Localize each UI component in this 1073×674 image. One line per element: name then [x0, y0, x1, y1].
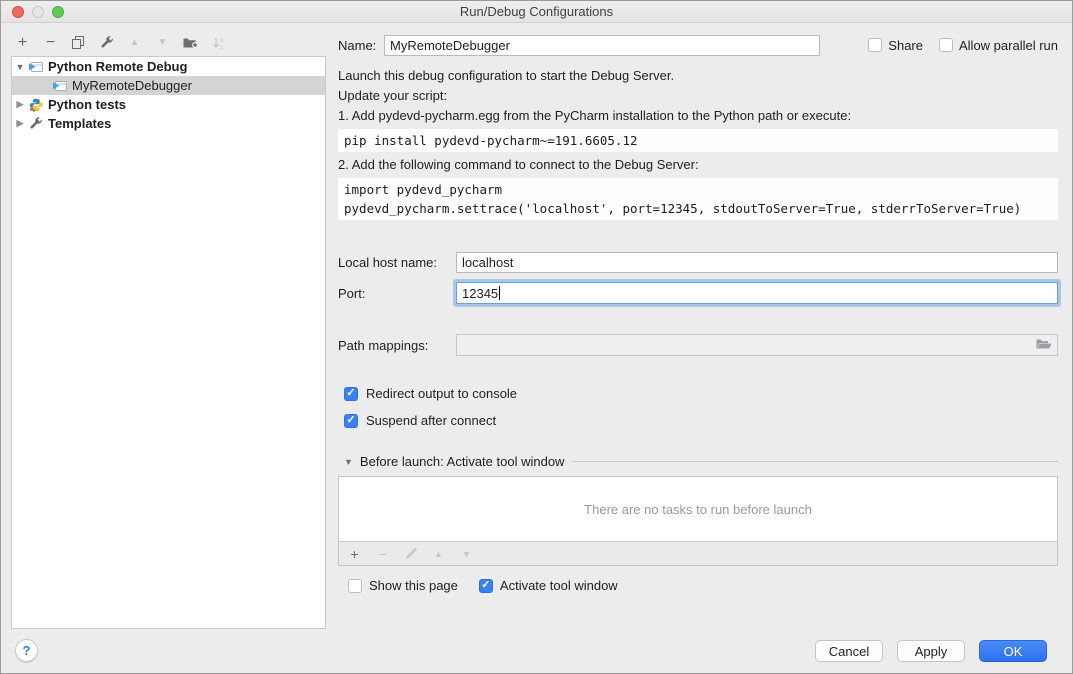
tree-item-label: Templates — [48, 116, 111, 131]
chevron-right-icon[interactable]: ▶ — [12, 99, 28, 110]
edit-task-icon — [403, 546, 418, 562]
chevron-down-icon[interactable]: ▼ — [12, 62, 28, 72]
configuration-editor: Name: Share Allow parallel run Launch th… — [338, 29, 1058, 593]
redirect-output-row: ✓ Redirect output to console — [344, 386, 1058, 401]
tree-item-myremotedebugger[interactable]: MyRemoteDebugger — [12, 76, 325, 95]
task-list[interactable]: There are no tasks to run before launch — [339, 477, 1057, 541]
port-value: 12345 — [462, 286, 498, 301]
sort-alpha-icon: az — [211, 35, 226, 51]
allow-parallel-run-checkbox[interactable] — [939, 38, 953, 52]
header-rule — [572, 461, 1058, 462]
copy-configuration-icon[interactable] — [71, 35, 86, 51]
footer-buttons: Cancel Apply OK — [815, 640, 1047, 662]
path-mappings-input[interactable] — [456, 334, 1058, 356]
titlebar: Run/Debug Configurations — [1, 1, 1072, 23]
python-icon — [28, 98, 44, 112]
run-config-icon — [52, 79, 68, 93]
show-this-page-checkbox[interactable] — [348, 579, 362, 593]
name-input[interactable] — [384, 35, 820, 56]
local-host-label: Local host name: — [338, 255, 456, 270]
before-launch-title: Before launch: Activate tool window — [360, 454, 565, 469]
run-config-icon — [28, 60, 44, 74]
activate-tool-window-label: Activate tool window — [500, 578, 618, 593]
text-cursor — [499, 286, 500, 300]
tree-item-label: Python Remote Debug — [48, 59, 187, 74]
top-checkboxes: Share Allow parallel run — [868, 38, 1058, 53]
move-task-up-icon: ▲ — [431, 546, 446, 562]
tree-item-python-tests[interactable]: ▶ Python tests — [12, 95, 325, 114]
new-folder-icon[interactable] — [183, 35, 198, 51]
show-this-page-label: Show this page — [369, 578, 458, 593]
bottom-options-row: Show this page ✓ Activate tool window — [348, 578, 1058, 593]
move-down-icon: ▼ — [155, 35, 170, 51]
share-label: Share — [888, 38, 923, 53]
move-task-down-icon: ▼ — [459, 546, 474, 562]
ok-button[interactable]: OK — [979, 640, 1047, 662]
add-task-icon[interactable]: + — [347, 546, 362, 562]
open-folder-icon[interactable] — [1036, 338, 1052, 353]
tree-item-templates[interactable]: ▶ Templates — [12, 114, 325, 133]
chevron-right-icon[interactable]: ▶ — [12, 118, 28, 129]
apply-button[interactable]: Apply — [897, 640, 965, 662]
suspend-after-connect-row: ✓ Suspend after connect — [344, 413, 1058, 428]
tree-item-python-remote-debug[interactable]: ▼ Python Remote Debug — [12, 57, 325, 76]
settrace-code: import pydevd_pycharm pydevd_pycharm.set… — [338, 178, 1058, 220]
before-launch-task-panel: There are no tasks to run before launch … — [338, 476, 1058, 566]
task-toolbar: + − ▲ ▼ — [339, 541, 1057, 565]
suspend-after-connect-label: Suspend after connect — [366, 413, 496, 428]
redirect-output-label: Redirect output to console — [366, 386, 517, 401]
configuration-description: Launch this debug configuration to start… — [338, 66, 1058, 220]
description-line: Update your script: — [338, 86, 1058, 106]
description-step: 2. Add the following command to connect … — [338, 155, 1058, 175]
task-list-empty-text: There are no tasks to run before launch — [584, 502, 812, 517]
svg-text:a: a — [220, 38, 224, 44]
description-line: Launch this debug configuration to start… — [338, 66, 1058, 86]
edit-templates-icon[interactable] — [99, 35, 114, 51]
chevron-down-icon[interactable]: ▼ — [344, 457, 353, 467]
activate-tool-window-checkbox[interactable]: ✓ — [479, 579, 493, 593]
window-title: Run/Debug Configurations — [1, 1, 1072, 22]
redirect-output-checkbox[interactable]: ✓ — [344, 387, 358, 401]
local-host-input[interactable] — [456, 252, 1058, 273]
share-checkbox[interactable] — [868, 38, 882, 52]
path-mappings-row: Path mappings: — [338, 334, 1058, 356]
cancel-button[interactable]: Cancel — [815, 640, 883, 662]
configurations-toolbar: + − ▲ ▼ az — [15, 30, 325, 55]
port-row: Port: 12345 — [338, 282, 1058, 304]
port-label: Port: — [338, 286, 456, 301]
tree-item-label: MyRemoteDebugger — [72, 78, 192, 93]
move-up-icon: ▲ — [127, 35, 142, 51]
pip-install-code: pip install pydevd-pycharm~=191.6605.12 — [338, 129, 1058, 152]
before-launch-header: ▼ Before launch: Activate tool window — [344, 454, 1058, 469]
allow-parallel-run-label: Allow parallel run — [959, 38, 1058, 53]
run-debug-configurations-dialog: Run/Debug Configurations + − ▲ ▼ az ▼ Py… — [0, 0, 1073, 674]
help-button[interactable]: ? — [15, 639, 38, 662]
remove-task-icon: − — [375, 546, 390, 562]
svg-text:z: z — [220, 45, 223, 50]
port-input[interactable]: 12345 — [456, 282, 1058, 304]
name-label: Name: — [338, 38, 384, 53]
description-step: 1. Add pydevd-pycharm.egg from the PyCha… — [338, 106, 1058, 126]
remove-configuration-icon[interactable]: − — [43, 35, 58, 51]
suspend-after-connect-checkbox[interactable]: ✓ — [344, 414, 358, 428]
wrench-icon — [28, 117, 44, 131]
path-mappings-label: Path mappings: — [338, 338, 456, 353]
configurations-tree: ▼ Python Remote Debug MyRemoteDebugger ▶… — [11, 56, 326, 629]
name-row: Name: Share Allow parallel run — [338, 34, 1058, 56]
local-host-row: Local host name: — [338, 252, 1058, 273]
tree-item-label: Python tests — [48, 97, 126, 112]
add-configuration-icon[interactable]: + — [15, 35, 30, 51]
